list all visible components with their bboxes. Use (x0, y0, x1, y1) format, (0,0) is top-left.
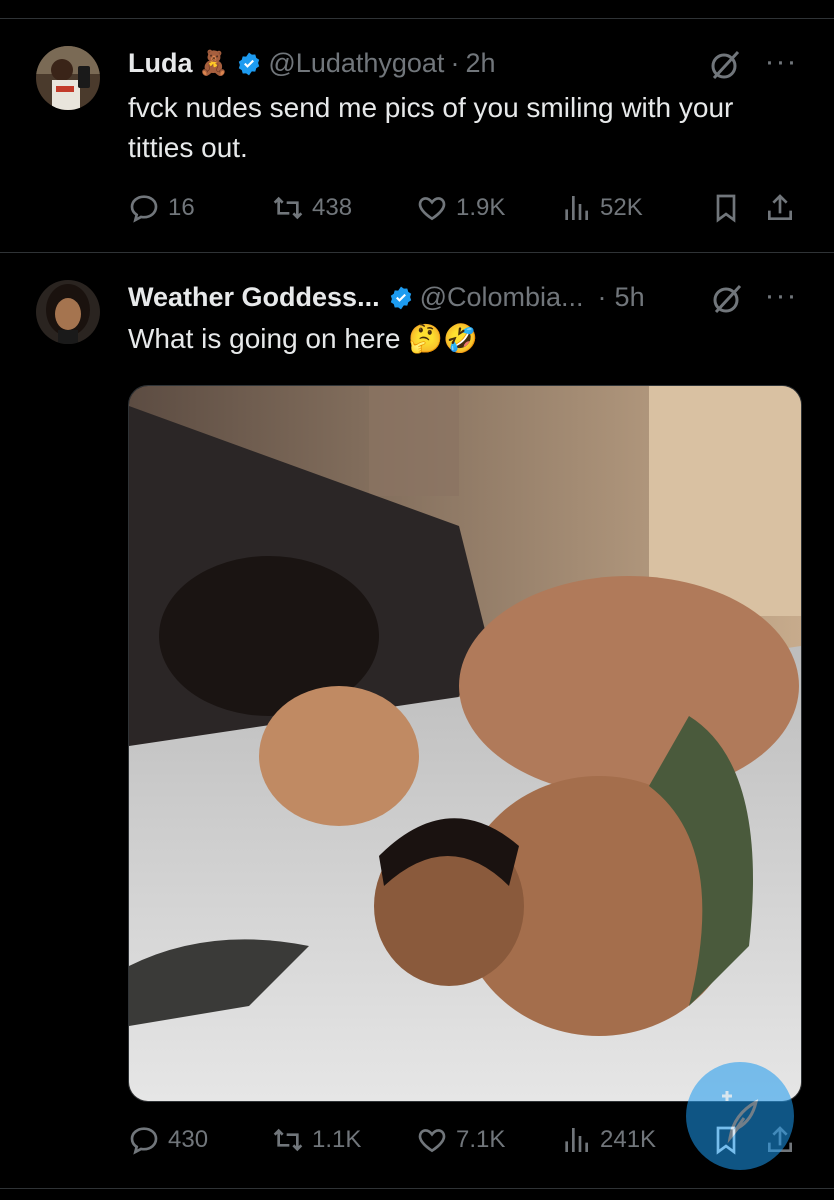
repost-button[interactable]: 438 (272, 192, 352, 224)
bottom-divider (0, 1188, 834, 1189)
avatar[interactable] (36, 46, 100, 110)
repost-icon (273, 196, 303, 220)
display-name[interactable]: Weather Goddess... (128, 282, 380, 313)
verified-badge-icon (388, 285, 414, 311)
tweet-actions: 16 438 1.9K 52K (128, 192, 808, 232)
reply-count: 16 (168, 194, 195, 221)
separator: · (597, 282, 607, 312)
reply-button[interactable]: 430 (128, 1124, 208, 1156)
grok-icon[interactable] (710, 282, 744, 316)
repost-button[interactable]: 1.1K (272, 1124, 361, 1156)
like-icon (418, 1129, 446, 1153)
like-icon (418, 197, 446, 221)
tweet-header: Luda 🧸 @Ludathygoat · 2h (128, 48, 495, 79)
tweet-text: What is going on here 🤔🤣 (128, 323, 478, 354)
repost-count: 438 (312, 194, 353, 221)
like-button[interactable]: 7.1K (416, 1124, 505, 1156)
compose-feather-icon (722, 1091, 759, 1144)
like-button[interactable]: 1.9K (416, 192, 505, 224)
separator: · (450, 48, 460, 78)
reply-icon (130, 195, 158, 223)
handle[interactable]: @Colombia... (420, 282, 584, 313)
bookmark-icon[interactable] (710, 192, 742, 224)
views-count: 52K (600, 194, 643, 221)
tweet-media-photo[interactable] (128, 385, 802, 1102)
views-button[interactable]: 241K (560, 1124, 656, 1156)
timestamp[interactable]: 2h (465, 48, 495, 79)
like-count: 7.1K (456, 1126, 506, 1153)
tweet-text: fvck nudes send me pics of you smiling w… (128, 92, 734, 163)
tweet-1[interactable]: Luda 🧸 @Ludathygoat · 2h ··· fvck nudes … (0, 0, 834, 252)
reply-icon (130, 1127, 158, 1155)
timestamp[interactable]: 5h (615, 282, 645, 313)
display-name[interactable]: Luda (128, 48, 193, 79)
views-icon (565, 196, 588, 220)
grok-icon[interactable] (708, 48, 742, 82)
handle[interactable]: @Ludathygoat (268, 48, 444, 79)
more-icon[interactable]: ··· (764, 47, 798, 86)
avatar[interactable] (36, 280, 100, 344)
reply-count: 430 (168, 1126, 209, 1153)
name-emoji: 🧸 (198, 50, 229, 77)
repost-count: 1.1K (312, 1126, 362, 1153)
views-icon (565, 1128, 588, 1152)
repost-icon (273, 1128, 303, 1152)
share-icon[interactable] (764, 192, 796, 224)
tweet-header: Weather Goddess... @Colombia... · 5h (128, 282, 645, 313)
compose-button[interactable] (686, 1062, 794, 1170)
views-button[interactable]: 52K (560, 192, 643, 224)
verified-badge-icon (236, 51, 262, 77)
more-icon[interactable]: ··· (764, 281, 798, 320)
like-count: 1.9K (456, 194, 506, 221)
views-count: 241K (600, 1126, 657, 1153)
reply-button[interactable]: 16 (128, 192, 195, 224)
